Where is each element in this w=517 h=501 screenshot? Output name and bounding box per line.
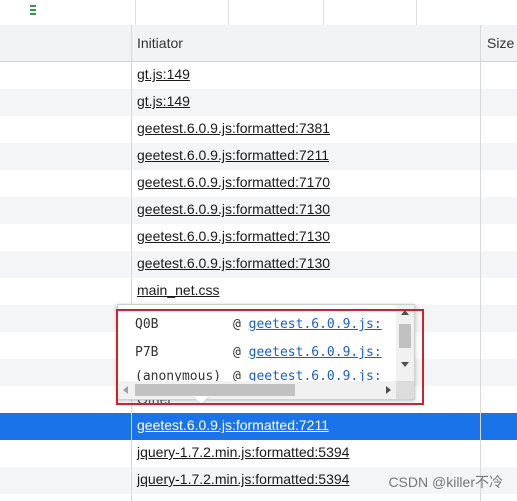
column-divider xyxy=(131,25,132,501)
initiator-link[interactable]: geetest.6.0.9.js:formatted:7130 xyxy=(137,201,330,217)
stack-frame-link[interactable]: geetest.6.0.9.js: xyxy=(249,345,382,360)
column-divider xyxy=(323,0,324,25)
request-table: gt.js:149 gt.js:149 geetest.6.0.9.js:forma… xyxy=(0,62,517,494)
column-divider xyxy=(228,0,229,25)
column-divider xyxy=(135,0,136,25)
popup-pointer xyxy=(193,396,209,404)
initiator-link[interactable]: gt.js:149 xyxy=(137,66,190,82)
table-row[interactable]: geetest.6.0.9.js:formatted:7211 xyxy=(0,413,517,440)
initiator-link[interactable]: jquery-1.7.2.min.js:formatted:5394 xyxy=(137,471,349,487)
column-header-size[interactable]: Size xyxy=(487,35,514,51)
table-row[interactable]: geetest.6.0.9.js:formatted:7130 xyxy=(0,197,517,224)
vertical-scrollbar[interactable] xyxy=(396,305,414,381)
watermark: CSDN @killer不冷 xyxy=(388,474,503,490)
table-row[interactable]: gt.js:149 xyxy=(0,89,517,116)
table-row[interactable]: geetest.6.0.9.js:formatted:7211 xyxy=(0,143,517,170)
stack-frame-link[interactable]: geetest.6.0.9.js: xyxy=(249,317,382,332)
scroll-down-icon[interactable] xyxy=(401,362,409,367)
initiator-link[interactable]: geetest.6.0.9.js:formatted:7211 xyxy=(137,147,329,163)
table-row[interactable]: main_net.css xyxy=(0,278,517,305)
scroll-thumb[interactable] xyxy=(399,324,411,348)
scroll-left-icon[interactable] xyxy=(123,386,128,394)
column-divider xyxy=(416,0,417,25)
table-row[interactable]: geetest.6.0.9.js:formatted:7170 xyxy=(0,170,517,197)
filter-icon[interactable] xyxy=(29,5,37,19)
scroll-up-icon[interactable] xyxy=(401,310,409,315)
stack-frame[interactable]: Q0B @ geetest.6.0.9.js: xyxy=(135,317,382,332)
initiator-link[interactable]: geetest.6.0.9.js:formatted:7130 xyxy=(137,228,330,244)
initiator-link[interactable]: jquery-1.7.2.min.js:formatted:5394 xyxy=(137,444,349,460)
horizontal-scrollbar[interactable] xyxy=(118,381,396,399)
table-row[interactable]: geetest.6.0.9.js:formatted:7130 xyxy=(0,251,517,278)
initiator-link[interactable]: gt.js:149 xyxy=(137,93,190,109)
table-row[interactable]: gt.js:149 xyxy=(0,62,517,89)
scroll-right-icon[interactable] xyxy=(386,386,391,394)
toolbar xyxy=(0,0,517,26)
initiator-link[interactable]: geetest.6.0.9.js:formatted:7211 xyxy=(137,417,329,433)
scroll-thumb[interactable] xyxy=(135,384,295,396)
column-divider xyxy=(480,25,481,501)
table-header: Initiator Size xyxy=(0,25,517,62)
initiator-stack-popup[interactable]: Q0B @ geetest.6.0.9.js: P7B @ geetest.6.0.… xyxy=(117,304,415,400)
column-header-initiator[interactable]: Initiator xyxy=(137,35,183,51)
initiator-link[interactable]: geetest.6.0.9.js:formatted:7381 xyxy=(137,120,330,136)
scroll-corner xyxy=(396,381,414,399)
initiator-link[interactable]: geetest.6.0.9.js:formatted:7130 xyxy=(137,255,330,271)
initiator-link[interactable]: main_net.css xyxy=(137,282,219,298)
table-row[interactable]: jquery-1.7.2.min.js:formatted:5394 xyxy=(0,440,517,467)
stack-frame[interactable]: P7B @ geetest.6.0.9.js: xyxy=(135,345,382,360)
initiator-link[interactable]: geetest.6.0.9.js:formatted:7170 xyxy=(137,174,330,190)
table-row[interactable]: geetest.6.0.9.js:formatted:7381 xyxy=(0,116,517,143)
table-row[interactable]: geetest.6.0.9.js:formatted:7130 xyxy=(0,224,517,251)
